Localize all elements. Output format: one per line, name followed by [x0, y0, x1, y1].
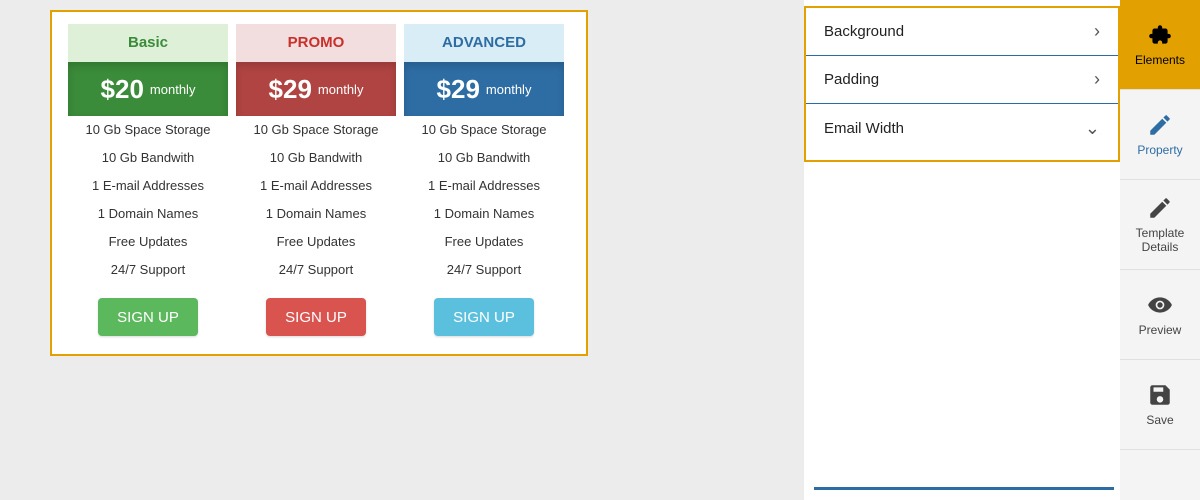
- tool-tab-save[interactable]: Save: [1120, 360, 1200, 450]
- chevron-right-icon: ›: [1094, 21, 1100, 42]
- plan-feature: 1 E-mail Addresses: [404, 172, 564, 200]
- tool-tab-template-details[interactable]: Template Details: [1120, 180, 1200, 270]
- plan-price-amount: $29: [437, 74, 480, 105]
- plan-price-amount: $29: [269, 74, 312, 105]
- tool-label: Preview: [1139, 324, 1182, 337]
- tool-label: Template Details: [1120, 227, 1200, 253]
- tool-label: Elements: [1135, 54, 1185, 67]
- plan-feature: 1 E-mail Addresses: [236, 172, 396, 200]
- plan-price-period: monthly: [486, 82, 532, 97]
- floppy-icon: [1147, 382, 1173, 408]
- plan-feature: 24/7 Support: [236, 256, 396, 284]
- plan-name: PROMO: [236, 24, 396, 62]
- plan-feature: Free Updates: [236, 228, 396, 256]
- properties-frame: Background › Padding › Email Width ⌄: [804, 6, 1120, 162]
- plan-feature: 10 Gb Space Storage: [68, 116, 228, 144]
- plan-feature: 24/7 Support: [68, 256, 228, 284]
- plan-feature: 10 Gb Space Storage: [236, 116, 396, 144]
- chevron-right-icon: ›: [1094, 69, 1100, 90]
- signup-button-advanced[interactable]: SIGN UP: [434, 298, 534, 336]
- plan-feature: 1 E-mail Addresses: [68, 172, 228, 200]
- plan-price: $29 monthly: [236, 62, 396, 116]
- plan-price: $20 monthly: [68, 62, 228, 116]
- selected-element-frame[interactable]: Basic $20 monthly 10 Gb Space Storage 10…: [50, 10, 588, 356]
- plan-feature: 1 Domain Names: [68, 200, 228, 228]
- plan-feature: 10 Gb Bandwith: [68, 144, 228, 172]
- pricing-plan-advanced: ADVANCED $29 monthly 10 Gb Space Storage…: [404, 24, 564, 336]
- tool-tab-property[interactable]: Property: [1120, 90, 1200, 180]
- pricing-plan-promo: PROMO $29 monthly 10 Gb Space Storage 10…: [236, 24, 396, 336]
- panel-accent-line: [814, 487, 1114, 490]
- pencil-icon: [1147, 112, 1173, 138]
- tool-label: Property: [1137, 144, 1182, 157]
- plan-feature: Free Updates: [404, 228, 564, 256]
- pencil-icon: [1147, 195, 1173, 221]
- property-label: Background: [824, 23, 904, 40]
- plan-feature: 24/7 Support: [404, 256, 564, 284]
- plan-price-amount: $20: [101, 74, 144, 105]
- plan-name: ADVANCED: [404, 24, 564, 62]
- puzzle-icon: [1147, 22, 1173, 48]
- properties-panel: Background › Padding › Email Width ⌄: [804, 0, 1120, 500]
- editor-canvas[interactable]: Basic $20 monthly 10 Gb Space Storage 10…: [0, 0, 804, 500]
- property-row-background[interactable]: Background ›: [806, 8, 1118, 56]
- signup-button-promo[interactable]: SIGN UP: [266, 298, 366, 336]
- tool-tab-preview[interactable]: Preview: [1120, 270, 1200, 360]
- plan-feature: 10 Gb Bandwith: [236, 144, 396, 172]
- pricing-plan-basic: Basic $20 monthly 10 Gb Space Storage 10…: [68, 24, 228, 336]
- tool-label: Save: [1146, 414, 1173, 427]
- plan-feature: 10 Gb Bandwith: [404, 144, 564, 172]
- chevron-down-icon: ⌄: [1085, 118, 1100, 139]
- plan-feature: 1 Domain Names: [236, 200, 396, 228]
- property-row-email-width[interactable]: Email Width ⌄: [806, 104, 1118, 152]
- plan-price-period: monthly: [318, 82, 364, 97]
- plan-name: Basic: [68, 24, 228, 62]
- pricing-table: Basic $20 monthly 10 Gb Space Storage 10…: [68, 24, 570, 336]
- plan-price-period: monthly: [150, 82, 196, 97]
- property-label: Email Width: [824, 120, 904, 137]
- property-label: Padding: [824, 71, 879, 88]
- eye-icon: [1147, 292, 1173, 318]
- property-row-padding[interactable]: Padding ›: [806, 56, 1118, 104]
- right-toolbar: Elements Property Template Details Previ…: [1120, 0, 1200, 500]
- plan-feature: Free Updates: [68, 228, 228, 256]
- signup-button-basic[interactable]: SIGN UP: [98, 298, 198, 336]
- plan-feature: 10 Gb Space Storage: [404, 116, 564, 144]
- plan-price: $29 monthly: [404, 62, 564, 116]
- tool-tab-elements[interactable]: Elements: [1120, 0, 1200, 90]
- plan-feature: 1 Domain Names: [404, 200, 564, 228]
